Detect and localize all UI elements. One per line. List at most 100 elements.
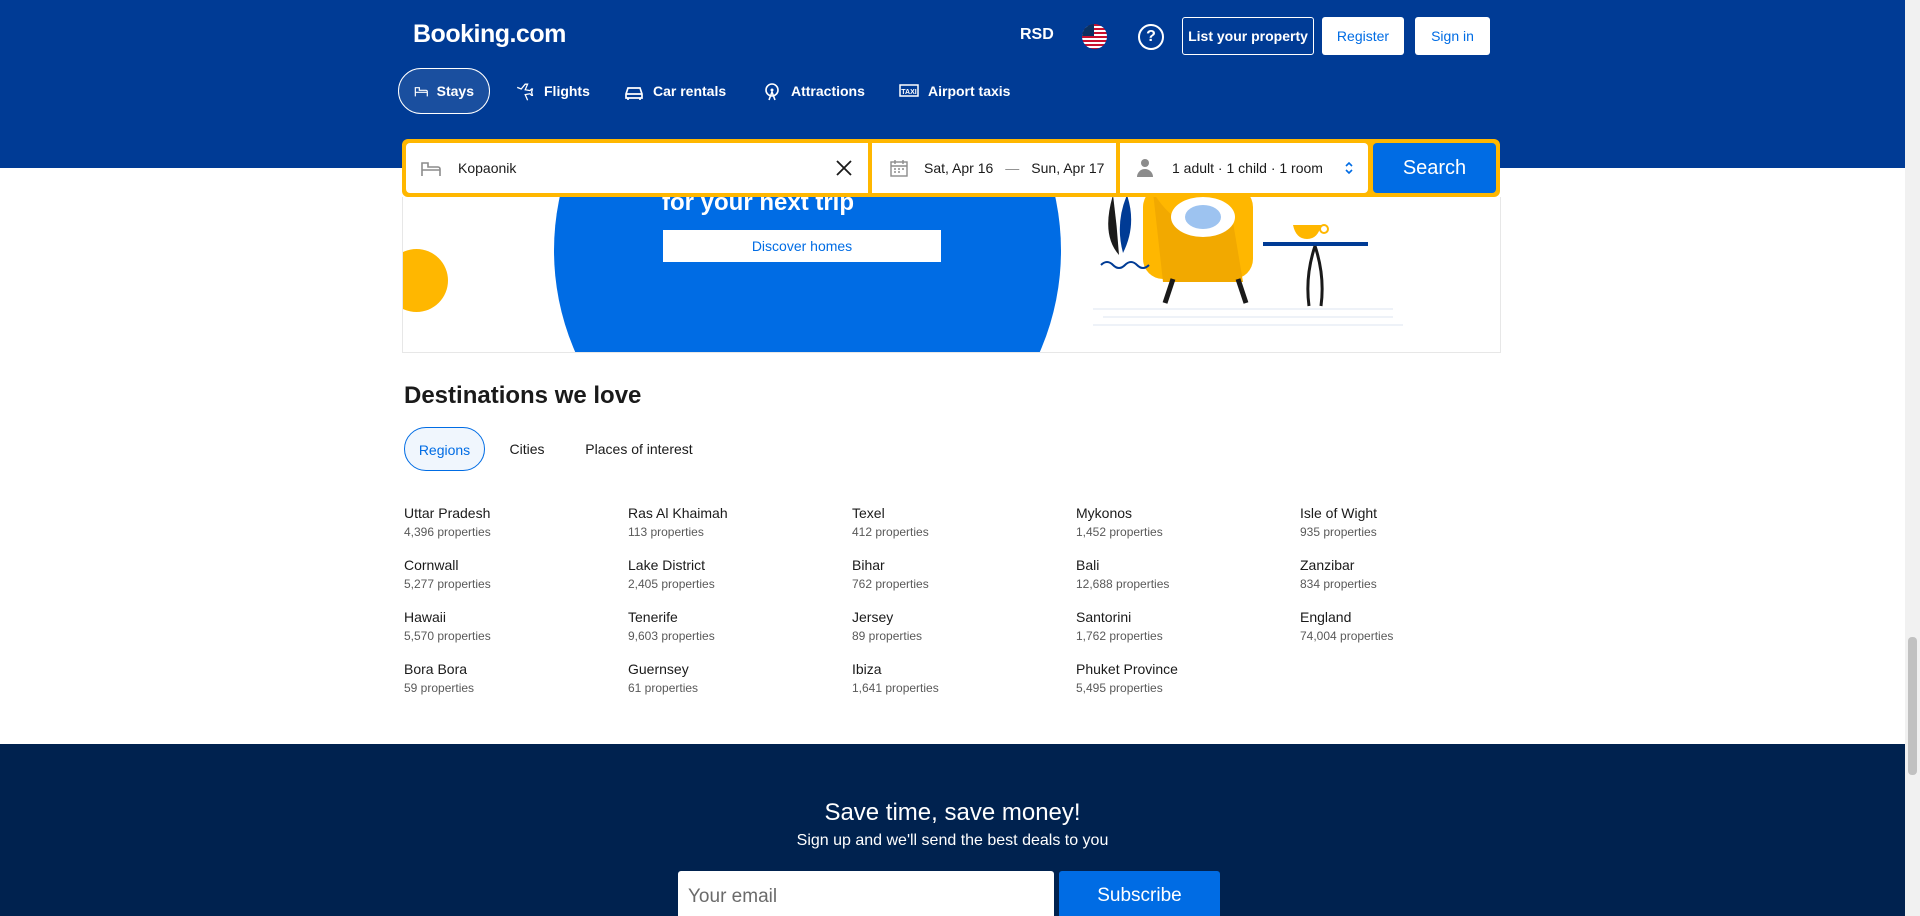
subscribe-button[interactable]: Subscribe [1059, 871, 1220, 916]
destination-link[interactable]: Isle of Wight 935 properties [1300, 505, 1377, 539]
destination-name: Ibiza [852, 661, 882, 677]
destination-name: Ras Al Khaimah [628, 505, 728, 521]
us-flag-icon[interactable] [1082, 24, 1107, 49]
destination-link[interactable]: Bihar 762 properties [852, 557, 929, 591]
destination-link[interactable]: Hawaii 5,570 properties [404, 609, 491, 643]
destination-name: Jersey [852, 609, 894, 625]
nav-tab-attractions[interactable]: Attractions [746, 68, 880, 114]
destination-property-count: 9,603 properties [628, 629, 715, 643]
destination-link[interactable]: Zanzibar 834 properties [1300, 557, 1377, 591]
nav-tab-label: Stays [436, 83, 474, 99]
list-property-button[interactable]: List your property [1182, 17, 1314, 55]
bed-icon [421, 162, 441, 176]
destination-name: Lake District [628, 557, 706, 573]
chair-illustration [1093, 197, 1403, 326]
page-scrollbar[interactable] [1905, 0, 1920, 916]
destinations-title: Destinations we love [404, 382, 642, 409]
destination-name: England [1300, 609, 1352, 625]
date-field[interactable]: Sat, Apr 16 — Sun, Apr 17 [872, 143, 1116, 193]
destination-name: Texel [852, 505, 885, 521]
destination-link[interactable]: Mykonos 1,452 properties [1076, 505, 1163, 539]
destination-name: Zanzibar [1300, 557, 1355, 573]
destination-property-count: 762 properties [852, 577, 929, 591]
destination-name: Uttar Pradesh [404, 505, 491, 521]
destination-link[interactable]: Bora Bora 59 properties [404, 661, 474, 695]
destination-link[interactable]: Ras Al Khaimah 113 properties [628, 505, 728, 539]
destination-link[interactable]: Cornwall 5,277 properties [404, 557, 491, 591]
chevron-up-down-icon [1345, 161, 1353, 175]
destination-property-count: 4,396 properties [404, 525, 491, 539]
tab-cities[interactable]: Cities [500, 427, 554, 471]
booking-logo[interactable]: Booking.com [413, 20, 566, 49]
destination-link[interactable]: Bali 12,688 properties [1076, 557, 1169, 591]
destination-property-count: 1,762 properties [1076, 629, 1163, 643]
person-icon [1137, 159, 1153, 177]
svg-text:TAXI: TAXI [901, 89, 916, 96]
destination-link[interactable]: England 74,004 properties [1300, 609, 1393, 643]
destination-property-count: 2,405 properties [628, 577, 715, 591]
nav-tab-label: Attractions [791, 83, 865, 99]
destination-property-count: 834 properties [1300, 577, 1377, 591]
newsletter-subtitle: Sign up and we'll send the best deals to… [796, 832, 1109, 849]
destination-property-count: 1,452 properties [1076, 525, 1163, 539]
destination-property-count: 12,688 properties [1076, 577, 1170, 591]
checkout-date: Sun, Apr 17 [1031, 160, 1105, 176]
destination-property-count: 5,495 properties [1076, 681, 1163, 695]
email-input[interactable] [678, 871, 1054, 916]
destination-field[interactable]: Kopaonik [406, 143, 868, 193]
nav-tab-flights[interactable]: Flights [499, 68, 605, 114]
destination-name: Bali [1076, 557, 1100, 573]
destination-link[interactable]: Guernsey 61 properties [628, 661, 698, 695]
register-button[interactable]: Register [1322, 17, 1404, 55]
destination-property-count: 412 properties [852, 525, 929, 539]
banner-circle-graphic [554, 197, 1061, 352]
search-button[interactable]: Search [1373, 143, 1496, 193]
nav-tab-car-rentals[interactable]: Car rentals [608, 68, 741, 114]
destination-link[interactable]: Lake District 2,405 properties [628, 557, 715, 591]
tab-regions[interactable]: Regions [404, 427, 485, 471]
destination-link[interactable]: Uttar Pradesh 4,396 properties [404, 505, 491, 539]
destination-link[interactable]: Santorini 1,762 properties [1076, 609, 1163, 643]
destination-property-count: 59 properties [404, 681, 475, 695]
banner-dot-graphic [403, 249, 448, 312]
promo-banner: for your next trip Discover homes [402, 197, 1501, 353]
guests-field[interactable]: 1 adult · 1 child · 1 room [1120, 143, 1368, 193]
nav-tab-label: Airport taxis [928, 83, 1011, 99]
destination-property-count: 89 properties [852, 629, 923, 643]
nav-tab-label: Car rentals [653, 83, 727, 99]
destination-name: Isle of Wight [1300, 505, 1378, 521]
currency-selector[interactable]: RSD [1020, 26, 1054, 44]
destination-link[interactable]: Jersey 89 properties [852, 609, 922, 643]
car-icon [625, 87, 643, 100]
taxi-icon: TAXI [899, 84, 919, 97]
help-icon[interactable]: ? [1138, 24, 1164, 50]
newsletter-title: Save time, save money! [824, 799, 1081, 826]
guests-value: 1 adult · 1 child · 1 room [1172, 160, 1323, 176]
banner-heading: for your next trip [662, 197, 855, 216]
destination-property-count: 935 properties [1300, 525, 1377, 539]
destination-name: Tenerife [628, 609, 678, 625]
checkin-date: Sat, Apr 16 [924, 160, 994, 176]
nav-tab-stays[interactable]: Stays [398, 68, 490, 114]
destination-property-count: 113 properties [628, 525, 704, 539]
destination-name: Hawaii [404, 609, 447, 625]
newsletter-section: Save time, save money! Sign up and we'll… [0, 744, 1905, 916]
destination-property-count: 1,641 properties [852, 681, 939, 695]
destination-link[interactable]: Ibiza 1,641 properties [852, 661, 939, 695]
destination-link[interactable]: Texel 412 properties [852, 505, 929, 539]
destination-name: Bihar [852, 557, 885, 573]
destination-property-count: 74,004 properties [1300, 629, 1394, 643]
tab-places-of-interest[interactable]: Places of interest [572, 427, 706, 471]
nav-tab-airport-taxis[interactable]: TAXI Airport taxis [883, 68, 1025, 114]
clear-icon[interactable] [836, 160, 852, 176]
destination-link[interactable]: Phuket Province 5,495 properties [1076, 661, 1178, 695]
destination-name: Santorini [1076, 609, 1132, 625]
sign-in-button[interactable]: Sign in [1415, 17, 1490, 55]
destination-value: Kopaonik [458, 160, 517, 176]
discover-homes-button[interactable]: Discover homes [663, 230, 941, 262]
destination-link[interactable]: Tenerife 9,603 properties [628, 609, 715, 643]
date-separator: — [1005, 160, 1020, 176]
scrollbar-thumb[interactable] [1908, 637, 1917, 775]
destination-property-count: 61 properties [628, 681, 699, 695]
destination-name: Bora Bora [404, 661, 468, 677]
